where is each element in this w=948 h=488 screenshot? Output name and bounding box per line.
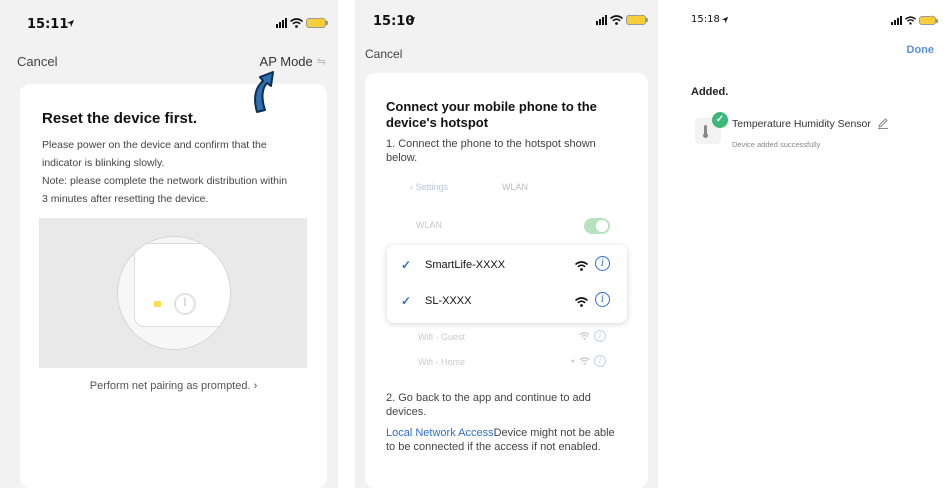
status-icons: ⚡: [891, 13, 938, 27]
pairing-prompt-link[interactable]: Perform net pairing as prompted. ›: [20, 380, 327, 392]
info-icon: i: [594, 330, 606, 342]
network-name: Wifi - Home: [418, 357, 465, 367]
page-title: Connect your mobile phone to the device'…: [386, 99, 597, 130]
wifi-icon: [579, 332, 590, 340]
status-icons: ⚡: [276, 16, 328, 30]
status-bar: 15:10 ⚡: [355, 0, 658, 46]
done-button[interactable]: Done: [907, 44, 935, 56]
power-button-icon: [174, 293, 196, 315]
indicator-led: [154, 301, 161, 307]
network-row[interactable]: ✓ SL-XXXX i: [387, 283, 627, 319]
wlan-toggle-row: WLAN: [396, 215, 616, 237]
wlan-toggle: [584, 218, 610, 234]
wifi-icon: [290, 18, 303, 28]
instruction-line: Please power on the device and confirm t…: [42, 139, 267, 151]
network-icons: i: [579, 330, 606, 342]
checkmark-icon: ✓: [401, 294, 412, 308]
status-time: 15:18: [691, 14, 720, 25]
settings-title: WLAN: [502, 182, 529, 192]
network-row[interactable]: ✓ SmartLife-XXXX i: [387, 247, 627, 283]
instruction-line: 3 minutes after resetting the device.: [42, 193, 209, 205]
location-arrow-icon: [407, 16, 416, 25]
location-arrow-icon: [721, 16, 729, 24]
wifi-icon: [610, 15, 623, 25]
added-heading: Added.: [691, 86, 729, 98]
device-status-text: Device added successfully: [732, 140, 821, 149]
pencil-icon[interactable]: [877, 116, 889, 134]
wifi-icon: [905, 15, 916, 25]
curved-arrow-icon: [247, 68, 277, 119]
signal-bars-icon: [891, 15, 902, 25]
device-name: Temperature Humidity Sensor: [732, 118, 871, 130]
step-one-text: 1. Connect the phone to the hotspot show…: [386, 138, 596, 164]
status-time: 15:11: [27, 17, 69, 32]
ap-mode-button[interactable]: AP Mode ⇋: [260, 54, 326, 69]
cancel-button[interactable]: Cancel: [17, 54, 57, 69]
wifi-icon: [579, 357, 590, 365]
signal-bars-icon: [596, 15, 607, 25]
info-icon[interactable]: i: [595, 256, 610, 271]
step-two-text: 2. Go back to the app and continue to ad…: [386, 392, 591, 418]
reset-instructions: Please power on the device and confirm t…: [42, 136, 312, 208]
network-icons: ● i: [571, 355, 606, 367]
status-icons: ⚡: [596, 13, 648, 27]
network-row-faded: Wifi - Guest i: [418, 330, 618, 348]
network-name: SL-XXXX: [425, 295, 472, 307]
screen-device-added: 15:18 ⚡ Done Added. ✓ Temperature Humidi…: [675, 0, 948, 488]
network-list-popup: ✓ SmartLife-XXXX i ✓ SL-XXXX i: [387, 245, 627, 323]
info-icon: i: [594, 355, 606, 367]
info-icon[interactable]: i: [595, 292, 610, 307]
battery-charging-icon: ⚡: [306, 17, 328, 28]
settings-header: ‹ Settings WLAN: [396, 175, 616, 203]
network-name: SmartLife-XXXX: [425, 259, 506, 271]
wifi-icon: [574, 258, 589, 276]
lock-icon: ●: [570, 357, 575, 365]
instruction-line: Note: please complete the network distri…: [42, 175, 288, 187]
status-bar: 15:18 ⚡: [675, 0, 948, 46]
location-arrow-icon: [66, 19, 75, 28]
instruction-line: indicator is blinking slowly.: [42, 157, 165, 169]
thermometer-icon: [703, 125, 708, 138]
battery-charging-icon: ⚡: [919, 15, 938, 25]
zoom-circle: [117, 236, 231, 350]
success-check-icon: ✓: [712, 112, 728, 128]
local-network-access-link[interactable]: Local Network Access: [386, 427, 494, 439]
signal-bars-icon: [276, 18, 287, 28]
wlan-label: WLAN: [416, 220, 443, 230]
cancel-button[interactable]: Cancel: [365, 47, 402, 61]
screen-reset-device: 15:11 ⚡ Cancel AP Mode ⇋ Reset the devic…: [0, 0, 338, 488]
settings-back-label: ‹ Settings: [410, 182, 449, 192]
reset-card: Reset the device first. Please power on …: [20, 84, 327, 488]
status-bar: 15:11 ⚡: [0, 0, 338, 46]
ap-mode-label: AP Mode: [259, 54, 313, 69]
network-name: Wifi - Guest: [418, 332, 466, 342]
wifi-icon: [574, 294, 589, 312]
local-network-note: Local Network AccessDevice might not be …: [386, 426, 621, 454]
swap-icon: ⇋: [316, 56, 326, 68]
checkmark-icon: ✓: [401, 258, 412, 272]
screen-connect-hotspot: 15:10 ⚡ Cancel Connect your mobile phone…: [355, 0, 658, 488]
page-title: Reset the device first.: [42, 110, 198, 127]
device-illustration: [39, 218, 307, 368]
network-row-faded: Wifi - Home ● i: [418, 355, 618, 373]
battery-charging-icon: ⚡: [626, 14, 648, 25]
